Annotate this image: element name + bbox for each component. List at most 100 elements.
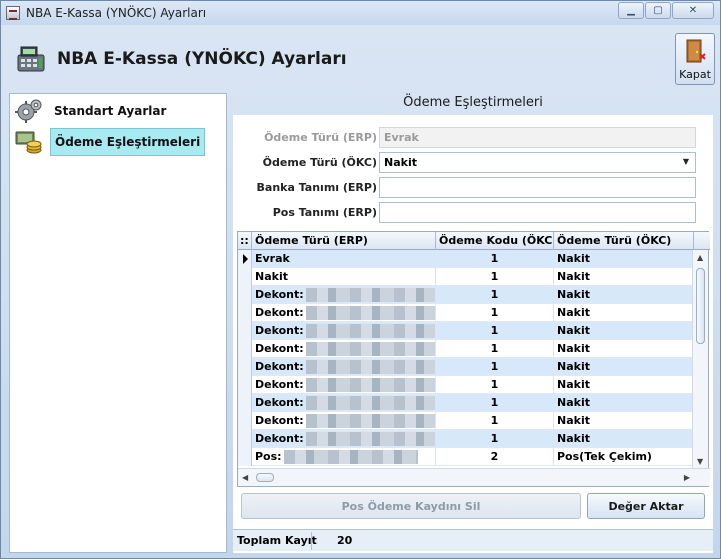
table-row[interactable]: Pos: 2 Pos(Tek Çekim) <box>238 448 694 466</box>
table-row[interactable]: Dekont: 1 Nakit <box>238 340 694 358</box>
cell-okc-code[interactable]: 1 <box>436 394 554 412</box>
horizontal-scroll-thumb[interactable] <box>256 473 274 482</box>
cell-okc-code[interactable]: 1 <box>436 340 554 358</box>
table-row[interactable]: Dekont: 1 Nakit <box>238 412 694 430</box>
cell-erp-type[interactable]: Dekont: <box>252 322 436 340</box>
pos-definition-field[interactable] <box>379 202 696 223</box>
cell-erp-type[interactable]: Nakit <box>252 268 436 286</box>
table-row[interactable]: Dekont: 1 Nakit <box>238 376 694 394</box>
transfer-value-button[interactable]: Değer Aktar <box>587 493 705 519</box>
minimize-button[interactable]: ▁ <box>618 2 644 19</box>
cell-okc-type[interactable]: Nakit <box>554 304 694 322</box>
cell-okc-type[interactable]: Nakit <box>554 358 694 376</box>
cell-okc-type[interactable]: Nakit <box>554 376 694 394</box>
cell-okc-type[interactable]: Nakit <box>554 250 694 268</box>
page-title: NBA E-Kassa (YNÖKC) Ayarları <box>57 49 347 69</box>
table-row[interactable]: Dekont: 1 Nakit <box>238 286 694 304</box>
cell-okc-type[interactable]: Pos(Tek Çekim) <box>554 448 694 466</box>
grid-rows: Evrak 1 Nakit Nakit 1 Nakit Dekont: 1 Nakit Dekon… <box>238 250 694 468</box>
scroll-right-icon[interactable]: ▶ <box>684 473 690 482</box>
cell-okc-code[interactable]: 1 <box>436 304 554 322</box>
nav-item-standart-ayarlar[interactable]: Standart Ayarlar <box>14 97 170 125</box>
row-erp-payment-type: Ödeme Türü (ERP) Evrak <box>233 127 713 149</box>
cell-okc-code[interactable]: 1 <box>436 412 554 430</box>
cell-okc-code[interactable]: 1 <box>436 376 554 394</box>
cell-erp-type[interactable]: Dekont: <box>252 286 436 304</box>
cell-okc-type[interactable]: Nakit <box>554 430 694 448</box>
erp-payment-type-label: Ödeme Türü (ERP) <box>264 131 377 144</box>
cell-okc-code[interactable]: 2 <box>436 448 554 466</box>
row-selector[interactable] <box>238 376 252 394</box>
cell-erp-type[interactable]: Pos: <box>252 448 436 466</box>
cell-erp-type[interactable]: Dekont: <box>252 340 436 358</box>
cell-erp-type[interactable]: Dekont: <box>252 358 436 376</box>
cell-okc-type[interactable]: Nakit <box>554 340 694 358</box>
row-selector[interactable] <box>238 394 252 412</box>
grid-corner[interactable]: :: <box>238 232 252 250</box>
vertical-scroll-thumb[interactable] <box>696 268 705 344</box>
table-row[interactable]: Dekont: 1 Nakit <box>238 394 694 412</box>
kapat-button[interactable]: Kapat <box>675 33 715 85</box>
window-title: NBA E-Kassa (YNÖKC) Ayarları <box>26 6 207 20</box>
column-header-okc-code[interactable]: Ödeme Kodu (ÖKC) <box>436 232 554 250</box>
table-row[interactable]: Nakit 1 Nakit <box>238 268 694 286</box>
cell-okc-type[interactable]: Nakit <box>554 268 694 286</box>
column-header-erp-type[interactable]: Ödeme Türü (ERP) <box>252 232 436 250</box>
cell-erp-type[interactable]: Dekont: <box>252 394 436 412</box>
column-header-okc-type[interactable]: Ödeme Türü (ÖKC) <box>554 232 694 250</box>
bank-definition-label: Banka Tanımı (ERP) <box>256 181 377 194</box>
cell-okc-type[interactable]: Nakit <box>554 412 694 430</box>
table-row[interactable]: Dekont: 1 Nakit <box>238 322 694 340</box>
cell-okc-code[interactable]: 1 <box>436 322 554 340</box>
pos-definition-label: Pos Tanımı (ERP) <box>272 206 377 219</box>
cell-erp-type[interactable]: Dekont: <box>252 376 436 394</box>
cell-okc-code[interactable]: 1 <box>436 268 554 286</box>
row-selector[interactable] <box>238 412 252 430</box>
cell-erp-type-text: Dekont: <box>255 396 304 409</box>
row-selector[interactable] <box>238 268 252 286</box>
cell-erp-type[interactable]: Evrak <box>252 250 436 268</box>
cell-okc-code[interactable]: 1 <box>436 358 554 376</box>
row-selector[interactable] <box>238 448 252 466</box>
maximize-icon: ▢ <box>653 5 663 16</box>
minimize-icon: ▁ <box>627 5 635 16</box>
cell-okc-code[interactable]: 1 <box>436 286 554 304</box>
horizontal-scrollbar[interactable]: ◀ ▶ <box>238 468 710 486</box>
row-selector[interactable] <box>238 358 252 376</box>
cell-okc-type[interactable]: Nakit <box>554 394 694 412</box>
row-selector-current-icon[interactable] <box>238 250 252 268</box>
redacted-text <box>305 432 435 446</box>
close-window-button[interactable]: ✕ <box>672 2 714 19</box>
row-selector[interactable] <box>238 322 252 340</box>
row-selector[interactable] <box>238 286 252 304</box>
maximize-button[interactable]: ▢ <box>645 2 671 19</box>
vertical-scrollbar[interactable]: ▲ ▼ <box>692 250 708 468</box>
table-row[interactable]: Dekont: 1 Nakit <box>238 304 694 322</box>
row-selector[interactable] <box>238 340 252 358</box>
table-row[interactable]: Dekont: 1 Nakit <box>238 430 694 448</box>
redacted-text <box>305 324 435 338</box>
bank-definition-field[interactable] <box>379 177 696 198</box>
cell-erp-type-text: Dekont: <box>255 288 304 301</box>
redacted-text <box>305 396 435 410</box>
cell-okc-type[interactable]: Nakit <box>554 322 694 340</box>
scroll-down-icon[interactable]: ▼ <box>697 457 703 466</box>
nav-item-odeme-eslestirmeleri[interactable]: Ödeme Eşleştirmeleri <box>14 128 206 156</box>
app-icon <box>6 6 20 20</box>
cell-erp-type[interactable]: Dekont: <box>252 412 436 430</box>
redacted-text <box>305 306 435 320</box>
cell-okc-code[interactable]: 1 <box>436 250 554 268</box>
table-row[interactable]: Evrak 1 Nakit <box>238 250 694 268</box>
scroll-left-icon[interactable]: ◀ <box>242 473 248 482</box>
gears-icon <box>15 99 42 123</box>
delete-pos-record-button[interactable]: Pos Ödeme Kaydını Sil <box>241 493 581 519</box>
cell-erp-type[interactable]: Dekont: <box>252 430 436 448</box>
cell-okc-code[interactable]: 1 <box>436 430 554 448</box>
row-selector[interactable] <box>238 304 252 322</box>
row-selector[interactable] <box>238 430 252 448</box>
cell-erp-type[interactable]: Dekont: <box>252 304 436 322</box>
table-row[interactable]: Dekont: 1 Nakit <box>238 358 694 376</box>
okc-payment-type-select[interactable]: Nakit <box>379 152 696 173</box>
cell-okc-type[interactable]: Nakit <box>554 286 694 304</box>
scroll-up-icon[interactable]: ▲ <box>697 253 703 262</box>
